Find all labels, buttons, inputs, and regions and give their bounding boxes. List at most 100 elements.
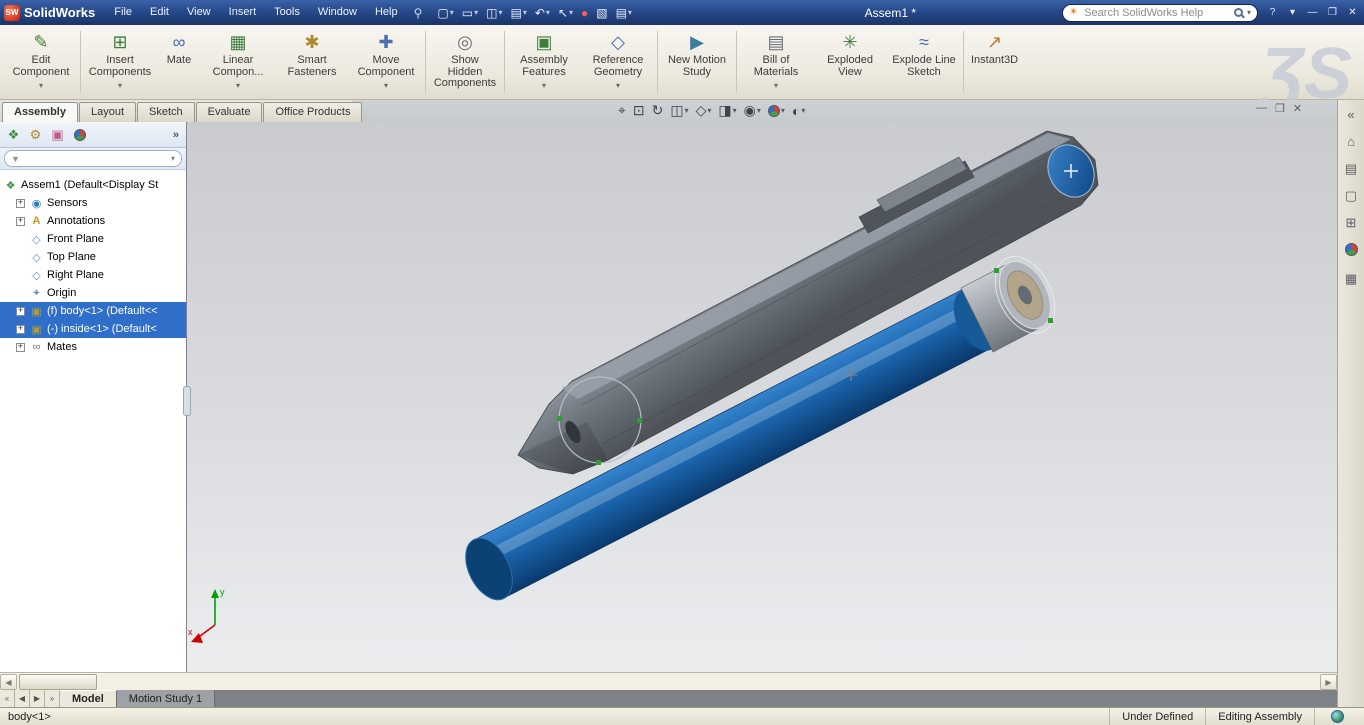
- search-options-chevron-icon[interactable]: ▾: [1247, 8, 1251, 17]
- scroll-left-arrow[interactable]: ◀: [0, 674, 17, 690]
- exploded-view-button[interactable]: ✳ Exploded View: [813, 28, 887, 96]
- featuremanager-tree-tab[interactable]: ❖: [4, 125, 23, 144]
- expand-icon[interactable]: [16, 198, 25, 208]
- scroll-right-arrow[interactable]: ▶: [1320, 674, 1337, 690]
- display-style-button[interactable]: ◨ ▾: [716, 101, 738, 120]
- menu-insert[interactable]: Insert: [220, 0, 266, 25]
- horizontal-scrollbar[interactable]: ◀ ▶: [0, 672, 1337, 690]
- panel-overflow-chevron[interactable]: »: [170, 129, 182, 141]
- design-library-button[interactable]: ▤: [1345, 162, 1357, 176]
- expand-icon[interactable]: [16, 306, 25, 316]
- undo-button[interactable]: ↶ ▾: [531, 3, 554, 23]
- doc-restore-button[interactable]: ❐: [1275, 102, 1285, 115]
- hide-show-items-button[interactable]: ◉ ▾: [742, 101, 763, 120]
- chevron-down-icon[interactable]: ▾: [628, 8, 632, 17]
- expand-icon[interactable]: [16, 216, 25, 226]
- chevron-down-icon[interactable]: ▾: [733, 106, 737, 115]
- tab-scroll-next-button[interactable]: ▶: [30, 690, 45, 707]
- explode-line-sketch-button[interactable]: ≈ Explode Line Sketch: [887, 28, 961, 96]
- tab-layout[interactable]: Layout: [78, 102, 137, 122]
- expand-icon[interactable]: [16, 342, 25, 352]
- zoom-to-area-button[interactable]: ⊡: [631, 101, 647, 120]
- record-macro-button[interactable]: ●: [577, 3, 592, 23]
- menu-window[interactable]: Window: [309, 0, 366, 25]
- chevron-down-icon[interactable]: ▾: [707, 106, 711, 115]
- reference-geometry-button[interactable]: ◇ Reference Geometry: [581, 28, 655, 96]
- tab-sketch[interactable]: Sketch: [137, 102, 195, 122]
- dropdown-arrow-icon[interactable]: [39, 79, 43, 87]
- scrollbar-thumb[interactable]: [19, 674, 97, 690]
- file-explorer-button[interactable]: ▢: [1345, 189, 1357, 203]
- chevron-down-icon[interactable]: ▾: [757, 106, 761, 115]
- menu-pin-icon[interactable]: ⚲: [407, 6, 430, 20]
- chevron-down-icon[interactable]: ▾: [171, 154, 175, 163]
- previous-view-button[interactable]: ↻: [650, 101, 666, 120]
- move-component-button[interactable]: ✚ Move Component: [349, 28, 423, 96]
- chevron-down-icon[interactable]: ▾: [474, 8, 478, 17]
- help-chevron-icon[interactable]: ▾: [1284, 4, 1301, 21]
- tree-item-inside[interactable]: ▣ (-) inside<1> (Default<: [0, 320, 186, 338]
- options-button[interactable]: ▤ ▾: [612, 3, 636, 23]
- chevron-down-icon[interactable]: ▾: [685, 106, 689, 115]
- menu-file[interactable]: File: [105, 0, 141, 25]
- tree-item-origin[interactable]: ⌖ Origin: [0, 284, 186, 302]
- linear-component-pattern-button[interactable]: ▦ Linear Compon...: [201, 28, 275, 96]
- displaymanager-tab[interactable]: [70, 125, 89, 144]
- chevron-down-icon[interactable]: ▾: [498, 8, 502, 17]
- tab-scroll-last-button[interactable]: »: [45, 690, 60, 707]
- instant3d-button[interactable]: ↗ Instant3D: [966, 28, 1023, 96]
- dropdown-arrow-icon[interactable]: [118, 79, 122, 87]
- dropdown-arrow-icon[interactable]: [236, 79, 240, 87]
- show-hidden-components-button[interactable]: ◎ Show Hidden Components: [428, 28, 502, 96]
- apply-scene-button[interactable]: ◐ ▾: [790, 101, 807, 120]
- chevron-down-icon[interactable]: ▾: [450, 8, 454, 17]
- new-motion-study-button[interactable]: ▶ New Motion Study: [660, 28, 734, 96]
- open-button[interactable]: ▭ ▾: [458, 3, 482, 23]
- edit-component-button[interactable]: ✎ Edit Component: [4, 28, 78, 96]
- panel-splitter-handle[interactable]: [183, 386, 191, 416]
- insert-components-button[interactable]: ⊞ Insert Components: [83, 28, 157, 96]
- chevron-down-icon[interactable]: ▾: [523, 8, 527, 17]
- dropdown-arrow-icon[interactable]: [384, 79, 388, 87]
- doc-minimize-button[interactable]: —: [1256, 102, 1267, 115]
- tab-scroll-first-button[interactable]: «: [0, 690, 15, 707]
- chevron-down-icon[interactable]: ▾: [801, 106, 805, 115]
- tab-model[interactable]: Model: [60, 690, 117, 707]
- menu-help[interactable]: Help: [366, 0, 407, 25]
- chevron-down-icon[interactable]: ▾: [781, 106, 785, 115]
- section-view-button[interactable]: ◫ ▾: [668, 101, 690, 120]
- tree-item-top-plane[interactable]: ◇ Top Plane: [0, 248, 186, 266]
- view-orientation-button[interactable]: ◇ ▾: [694, 101, 714, 120]
- tree-item-right-plane[interactable]: ◇ Right Plane: [0, 266, 186, 284]
- save-button[interactable]: ◫ ▾: [482, 3, 506, 23]
- configurationmanager-tab[interactable]: ▣: [48, 125, 67, 144]
- mate-button[interactable]: ∞ Mate: [157, 28, 201, 96]
- appearances-scenes-button[interactable]: [1344, 243, 1358, 259]
- tree-item-annotations[interactable]: A Annotations: [0, 212, 186, 230]
- tree-filter-field[interactable]: ▼ ▾: [4, 150, 182, 167]
- view-palette-button[interactable]: ⊞: [1346, 216, 1357, 230]
- search-input[interactable]: [1082, 5, 1230, 20]
- search-icon[interactable]: [1233, 8, 1243, 17]
- bill-of-materials-button[interactable]: ▤ Bill of Materials: [739, 28, 813, 96]
- help-button[interactable]: ?: [1264, 4, 1281, 21]
- menu-view[interactable]: View: [178, 0, 220, 25]
- menu-tools[interactable]: Tools: [265, 0, 309, 25]
- close-button[interactable]: ✕: [1344, 4, 1361, 21]
- restore-button[interactable]: ❐: [1324, 4, 1341, 21]
- smart-fasteners-button[interactable]: ✱ Smart Fasteners: [275, 28, 349, 96]
- dropdown-arrow-icon[interactable]: [542, 79, 546, 87]
- tree-item-mates[interactable]: ∞ Mates: [0, 338, 186, 356]
- graphics-viewport[interactable]: y x: [187, 122, 1337, 672]
- tree-item-body[interactable]: ▣ (f) body<1> (Default<<: [0, 302, 186, 320]
- minimize-button[interactable]: —: [1304, 4, 1321, 21]
- graphics-area[interactable]: y x: [187, 122, 1337, 672]
- print-button[interactable]: ▤ ▾: [506, 3, 530, 23]
- tab-motion-study-1[interactable]: Motion Study 1: [116, 690, 216, 707]
- dropdown-arrow-icon[interactable]: [774, 79, 778, 87]
- tab-evaluate[interactable]: Evaluate: [195, 102, 263, 122]
- tree-item-assembly-root[interactable]: ❖ Assem1 (Default<Display St: [0, 176, 186, 194]
- edit-appearance-button[interactable]: ▾: [766, 101, 787, 120]
- web-help-cell[interactable]: [1314, 708, 1364, 725]
- custom-properties-button[interactable]: ▦: [1345, 272, 1357, 286]
